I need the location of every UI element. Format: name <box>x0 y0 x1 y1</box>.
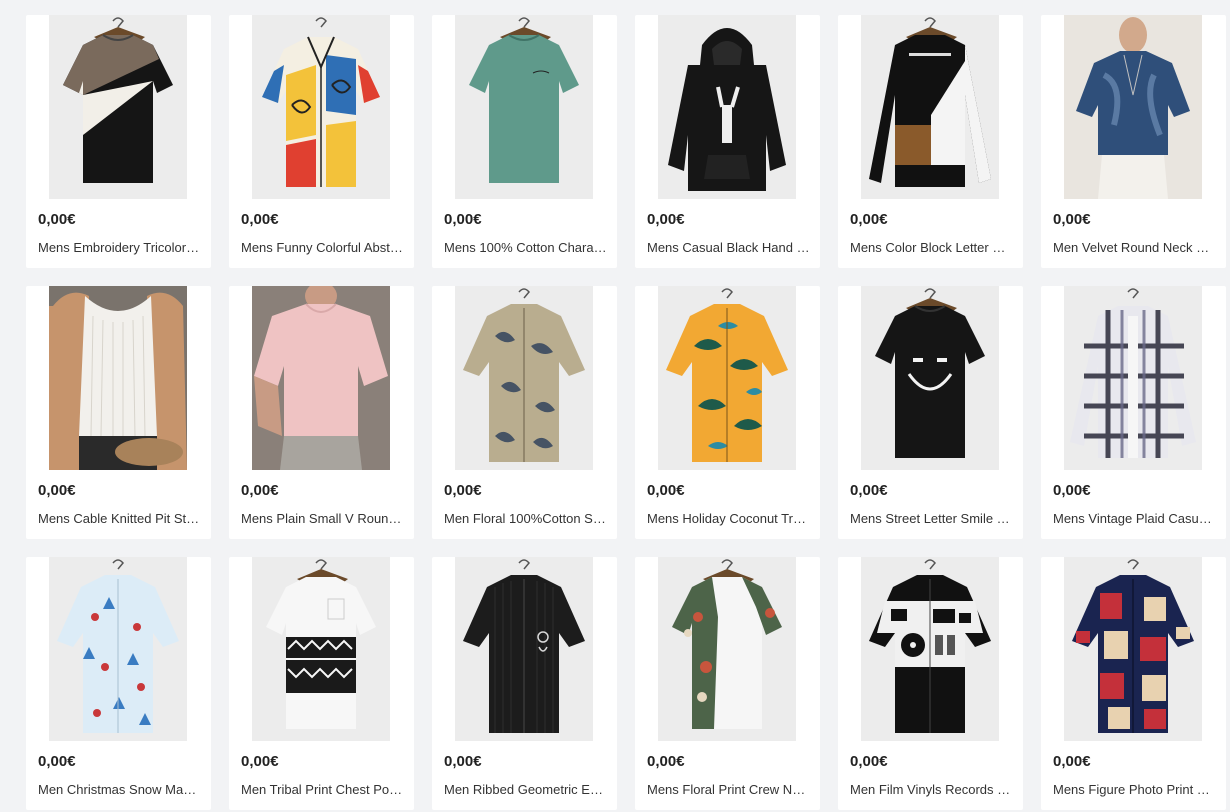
product-title[interactable]: Mens Floral Print Crew Neck T-Shirts <box>647 782 810 797</box>
product-title[interactable]: Mens Street Letter Smile Print T-Shirts <box>850 511 1013 526</box>
product-image[interactable] <box>1064 15 1202 199</box>
product-title[interactable]: Mens Vintage Plaid Casual Long Sleeve Sh… <box>1053 511 1216 526</box>
product-title[interactable]: Mens Embroidery Tricolor Color Block Sho… <box>38 240 201 255</box>
product-image[interactable] <box>455 286 593 470</box>
product-card[interactable]: 0,00€ Mens Holiday Coconut Tree Print Sh… <box>635 286 820 539</box>
product-title[interactable]: Men Ribbed Geometric Embroidered Shirts <box>444 782 607 797</box>
product-image[interactable] <box>252 15 390 199</box>
product-price: 0,00€ <box>444 753 482 770</box>
product-price: 0,00€ <box>647 482 685 499</box>
product-card[interactable]: 0,00€ Mens Plain Small V Round Neck T-Sh… <box>229 286 414 539</box>
product-card[interactable]: 0,00€ Mens Figure Photo Print Shirts <box>1041 557 1226 810</box>
tribal-tshirt-icon <box>252 557 390 741</box>
abstract-face-shirt-icon <box>252 15 390 199</box>
product-title[interactable]: Mens Plain Small V Round Neck T-Shirts <box>241 511 404 526</box>
product-price: 0,00€ <box>1053 211 1091 228</box>
product-image[interactable] <box>658 557 796 741</box>
product-card[interactable]: 0,00€ Mens Embroidery Tricolor Color Blo… <box>26 15 211 268</box>
product-title[interactable]: Men Velvet Round Neck Short Sleeve T-Shi… <box>1053 240 1216 255</box>
black-ribbed-shirt-icon <box>455 557 593 741</box>
product-image[interactable] <box>49 557 187 741</box>
product-title[interactable]: Mens 100% Cotton Character Embroidered T… <box>444 240 607 255</box>
product-card[interactable]: 0,00€ Men Christmas Snow Man Print Shirt… <box>26 557 211 810</box>
product-card[interactable]: 0,00€ Mens Casual Black Hand Skeleton Pr… <box>635 15 820 268</box>
product-image[interactable] <box>861 15 999 199</box>
product-image[interactable] <box>1064 286 1202 470</box>
product-card[interactable]: 0,00€ Men Velvet Round Neck Short Sleeve… <box>1041 15 1226 268</box>
product-price: 0,00€ <box>1053 482 1091 499</box>
floral-white-tshirt-icon <box>658 557 796 741</box>
product-title[interactable]: Men Film Vinyls Records Print Shirts <box>850 782 1013 797</box>
product-price: 0,00€ <box>38 482 76 499</box>
pink-tshirt-icon <box>252 286 390 470</box>
product-price: 0,00€ <box>647 753 685 770</box>
photo-print-shirt-icon <box>1064 557 1202 741</box>
product-title[interactable]: Mens Color Block Letter Print Long Sleev… <box>850 240 1013 255</box>
product-image[interactable] <box>252 286 390 470</box>
product-card[interactable]: 0,00€ Mens Cable Knitted Pit Striped Tan… <box>26 286 211 539</box>
product-image[interactable] <box>455 15 593 199</box>
product-price: 0,00€ <box>444 482 482 499</box>
product-price: 0,00€ <box>647 211 685 228</box>
product-image[interactable] <box>455 557 593 741</box>
tricolor-tshirt-icon <box>49 15 187 199</box>
vinyl-print-shirt-icon <box>861 557 999 741</box>
product-title[interactable]: Men Tribal Print Chest Pocket T-Shirts <box>241 782 404 797</box>
product-image[interactable] <box>49 15 187 199</box>
plaid-shirt-icon <box>1064 286 1202 470</box>
christmas-shirt-icon <box>49 557 187 741</box>
product-image[interactable] <box>658 286 796 470</box>
product-image[interactable] <box>861 557 999 741</box>
product-card[interactable]: 0,00€ Mens Street Letter Smile Print T-S… <box>838 286 1023 539</box>
product-card[interactable]: 0,00€ Mens 100% Cotton Character Embroid… <box>432 15 617 268</box>
product-title[interactable]: Mens Funny Colorful Abstract Face Print … <box>241 240 404 255</box>
color-block-longsleeve-icon <box>861 15 999 199</box>
product-card[interactable]: 0,00€ Men Ribbed Geometric Embroidered S… <box>432 557 617 810</box>
product-image[interactable] <box>861 286 999 470</box>
green-tshirt-icon <box>455 15 593 199</box>
product-price: 0,00€ <box>444 211 482 228</box>
product-title[interactable]: Men Christmas Snow Man Print Shirts <box>38 782 201 797</box>
product-image[interactable] <box>1064 557 1202 741</box>
product-image[interactable] <box>49 286 187 470</box>
product-price: 0,00€ <box>241 211 279 228</box>
product-price: 0,00€ <box>241 753 279 770</box>
product-price: 0,00€ <box>1053 753 1091 770</box>
product-image[interactable] <box>252 557 390 741</box>
product-title[interactable]: Mens Casual Black Hand Skeleton Print Ho… <box>647 240 810 255</box>
product-card[interactable]: 0,00€ Mens Funny Colorful Abstract Face … <box>229 15 414 268</box>
product-title[interactable]: Mens Figure Photo Print Shirts <box>1053 782 1216 797</box>
product-title[interactable]: Mens Cable Knitted Pit Striped Tank Tops <box>38 511 201 526</box>
product-card[interactable]: 0,00€ Mens Floral Print Crew Neck T-Shir… <box>635 557 820 810</box>
product-card[interactable]: 0,00€ Mens Vintage Plaid Casual Long Sle… <box>1041 286 1226 539</box>
product-card[interactable]: 0,00€ Men Floral 100%Cotton Short Sleeve… <box>432 286 617 539</box>
black-print-tshirt-icon <box>861 286 999 470</box>
product-title[interactable]: Men Floral 100%Cotton Short Sleeve Shirt… <box>444 511 607 526</box>
product-price: 0,00€ <box>850 482 888 499</box>
product-price: 0,00€ <box>241 482 279 499</box>
velvet-tshirt-icon <box>1064 15 1202 199</box>
product-price: 0,00€ <box>850 211 888 228</box>
product-price: 0,00€ <box>38 753 76 770</box>
product-card[interactable]: 0,00€ Men Tribal Print Chest Pocket T-Sh… <box>229 557 414 810</box>
coconut-shirt-icon <box>658 286 796 470</box>
product-price: 0,00€ <box>38 211 76 228</box>
product-price: 0,00€ <box>850 753 888 770</box>
product-card[interactable]: 0,00€ Men Film Vinyls Records Print Shir… <box>838 557 1023 810</box>
product-card[interactable]: 0,00€ Mens Color Block Letter Print Long… <box>838 15 1023 268</box>
black-hoodie-icon <box>658 15 796 199</box>
product-grid: 0,00€ Mens Embroidery Tricolor Color Blo… <box>0 0 1230 812</box>
product-title[interactable]: Mens Holiday Coconut Tree Print Shirts <box>647 511 810 526</box>
product-image[interactable] <box>658 15 796 199</box>
white-tank-top-icon <box>49 286 187 470</box>
floral-shirt-icon <box>455 286 593 470</box>
